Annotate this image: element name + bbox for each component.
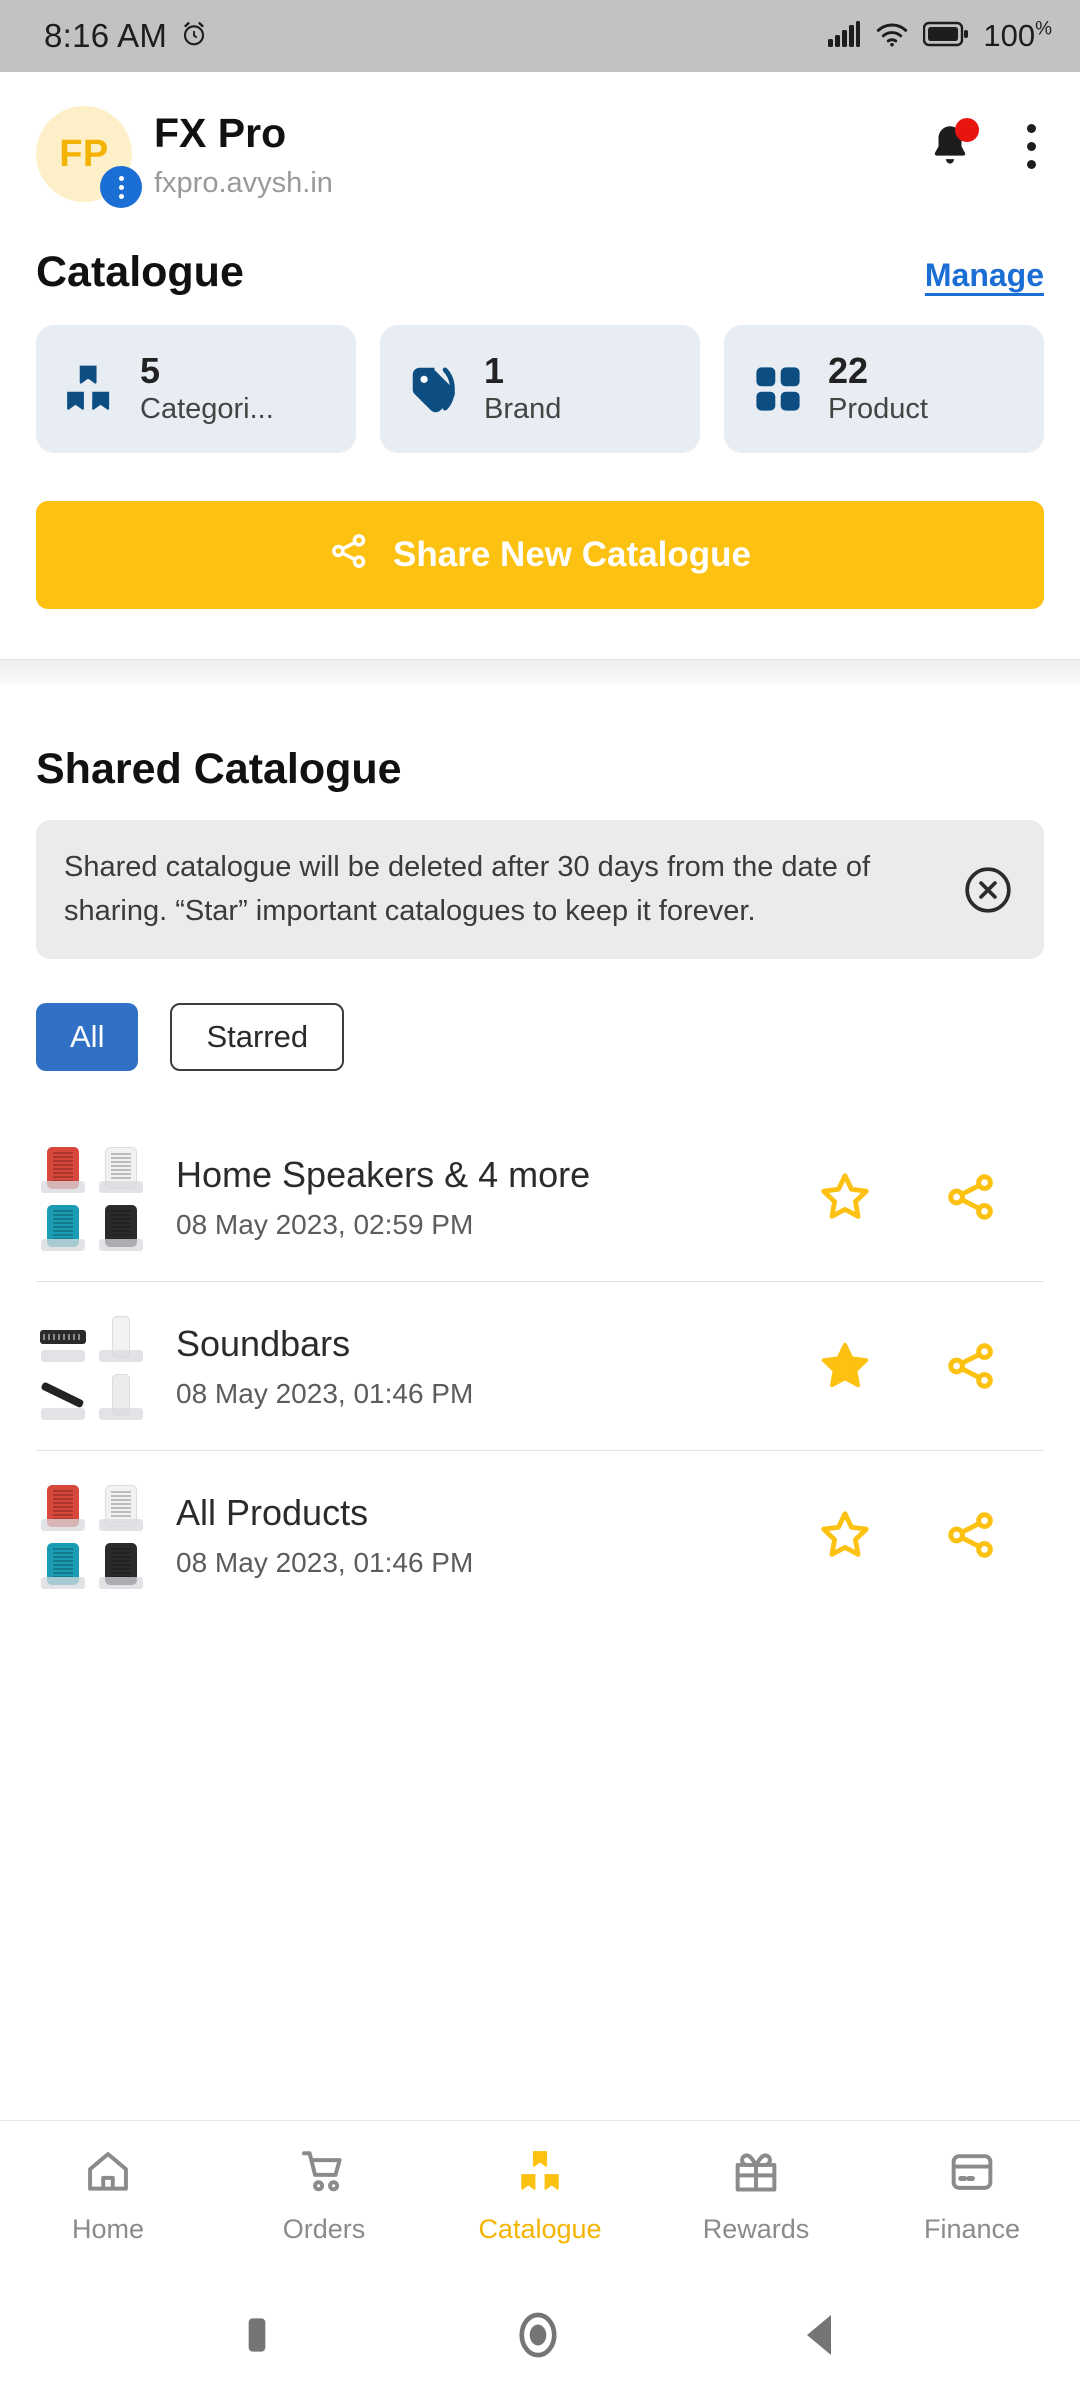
stat-value: 5 bbox=[140, 349, 161, 391]
kebab-menu-icon[interactable] bbox=[1019, 120, 1044, 173]
nav-item-home[interactable]: Home bbox=[0, 2147, 216, 2245]
wifi-icon bbox=[875, 20, 909, 53]
list-item-date: 08 May 2023, 01:46 PM bbox=[176, 1546, 474, 1578]
list-item[interactable]: All Products 08 May 2023, 01:46 PM bbox=[36, 1450, 1044, 1619]
share-icon[interactable] bbox=[940, 1166, 1002, 1228]
status-bar: 8:16 AM 100% bbox=[0, 0, 1080, 72]
stat-card-text: 22 Product bbox=[828, 349, 928, 427]
nav-label: Catalogue bbox=[478, 2213, 602, 2244]
status-bar-right: 100% bbox=[827, 18, 1052, 54]
list-item-actions bbox=[814, 1335, 1044, 1397]
alarm-icon bbox=[179, 19, 209, 54]
list-item-date: 08 May 2023, 01:46 PM bbox=[176, 1377, 474, 1409]
bell-icon bbox=[927, 125, 973, 176]
star-filled-icon[interactable] bbox=[814, 1335, 876, 1397]
share-icon[interactable] bbox=[940, 1504, 1002, 1566]
manage-link[interactable]: Manage bbox=[925, 257, 1044, 294]
status-bar-left: 8:16 AM bbox=[44, 17, 209, 55]
list-item-title: All Products bbox=[176, 1492, 369, 1534]
home-icon bbox=[83, 2147, 133, 2202]
nav-item-catalogue[interactable]: Catalogue bbox=[432, 2147, 648, 2245]
list-item-date: 08 May 2023, 02:59 PM bbox=[176, 1208, 474, 1240]
status-bar-time: 8:16 AM bbox=[44, 17, 168, 54]
stat-value: 1 bbox=[484, 349, 505, 391]
battery-percent-label: 100% bbox=[983, 18, 1052, 53]
nav-label: Finance bbox=[923, 2213, 1021, 2244]
battery-full-icon bbox=[923, 21, 969, 52]
grid-squares-icon bbox=[748, 359, 808, 419]
list-item-title: Home Speakers & 4 more bbox=[176, 1154, 591, 1196]
stat-card-text: 5 Categori... bbox=[140, 349, 274, 427]
speaker-grid-thumbnail bbox=[36, 1479, 148, 1591]
nav-item-finance[interactable]: Finance bbox=[864, 2147, 1080, 2245]
shared-catalogue-section: Shared Catalogue Shared catalogue will b… bbox=[0, 703, 1080, 2120]
shared-catalogue-filters: All Starred bbox=[36, 959, 1044, 1071]
system-navigation-bar bbox=[0, 2270, 1080, 2400]
nav-label: Orders bbox=[282, 2213, 366, 2244]
notifications-button[interactable] bbox=[927, 117, 979, 172]
back-triangle-icon[interactable] bbox=[799, 2309, 843, 2361]
shared-catalogue-notice: Shared catalogue will be deleted after 3… bbox=[36, 820, 1044, 959]
app-header: FP FX Pro fxpro.avysh.in bbox=[0, 72, 1080, 230]
nav-item-orders[interactable]: Orders bbox=[216, 2147, 432, 2245]
star-outline-icon[interactable] bbox=[814, 1166, 876, 1228]
notification-badge-dot bbox=[955, 117, 979, 142]
close-circle-icon[interactable] bbox=[960, 862, 1016, 918]
share-icon[interactable] bbox=[940, 1335, 1002, 1397]
stat-card-products[interactable]: 22 Product bbox=[724, 325, 1044, 453]
catalogue-stats: 5 Categori... 1 Brand 22 Product bbox=[36, 325, 1044, 453]
list-item[interactable]: Home Speakers & 4 more 08 May 2023, 02:5… bbox=[36, 1113, 1044, 1281]
app-screen: 8:16 AM 100% FP FX Pro fxpro.avysh.in Ca… bbox=[0, 0, 1080, 2400]
stat-label: Brand bbox=[484, 393, 562, 426]
brand-url: fxpro.avysh.in bbox=[154, 167, 333, 200]
speaker-grid-thumbnail bbox=[36, 1141, 148, 1253]
list-item-actions bbox=[814, 1166, 1044, 1228]
shared-catalogue-title: Shared Catalogue bbox=[36, 745, 402, 793]
avatar[interactable]: FP bbox=[36, 106, 142, 208]
stat-value: 22 bbox=[828, 349, 869, 391]
shared-catalogue-list: Home Speakers & 4 more 08 May 2023, 02:5… bbox=[36, 1113, 1044, 1619]
nav-label: Home bbox=[71, 2213, 145, 2244]
cart-icon bbox=[299, 2147, 349, 2202]
notice-text: Shared catalogue will be deleted after 3… bbox=[64, 851, 871, 927]
list-item-text: Home Speakers & 4 more 08 May 2023, 02:5… bbox=[148, 1153, 814, 1240]
page-title: Catalogue bbox=[36, 248, 244, 296]
list-item[interactable]: Soundbars 08 May 2023, 01:46 PM bbox=[36, 1281, 1044, 1450]
catalogue-section: Catalogue Manage 5 Categori... 1 Brand 2… bbox=[0, 230, 1080, 609]
stat-card-text: 1 Brand bbox=[484, 349, 562, 427]
bottom-navigation: Home Orders Catalogue Rewards Finance bbox=[0, 2120, 1080, 2270]
brand-name: FX Pro bbox=[154, 110, 287, 156]
list-item-text: Soundbars 08 May 2023, 01:46 PM bbox=[148, 1322, 814, 1409]
nav-label: Rewards bbox=[702, 2213, 810, 2244]
share-new-catalogue-label: Share New Catalogue bbox=[393, 535, 751, 574]
more-options-badge-icon[interactable] bbox=[100, 166, 142, 208]
share-new-catalogue-button[interactable]: Share New Catalogue bbox=[36, 501, 1044, 609]
filter-chip-starred[interactable]: Starred bbox=[170, 1003, 345, 1071]
stat-card-brands[interactable]: 1 Brand bbox=[380, 325, 700, 453]
home-circle-icon[interactable] bbox=[512, 2306, 564, 2364]
list-item-actions bbox=[814, 1504, 1044, 1566]
app-header-actions bbox=[927, 106, 1044, 173]
stat-label: Categori... bbox=[140, 393, 274, 426]
list-item-text: All Products 08 May 2023, 01:46 PM bbox=[148, 1491, 814, 1578]
cellular-signal-icon bbox=[827, 20, 861, 53]
stat-label: Product bbox=[828, 393, 928, 426]
tags-icon bbox=[404, 359, 464, 419]
gift-icon bbox=[731, 2147, 781, 2202]
recents-square-icon[interactable] bbox=[237, 2310, 277, 2360]
soundbar-grid-thumbnail bbox=[36, 1310, 148, 1422]
boxes-icon bbox=[60, 359, 120, 419]
nav-item-rewards[interactable]: Rewards bbox=[648, 2147, 864, 2245]
list-item-title: Soundbars bbox=[176, 1323, 351, 1365]
stat-card-categories[interactable]: 5 Categori... bbox=[36, 325, 356, 453]
filter-chip-all[interactable]: All bbox=[36, 1003, 139, 1071]
boxes-icon bbox=[515, 2147, 565, 2202]
card-icon bbox=[947, 2147, 997, 2202]
section-divider bbox=[0, 659, 1080, 703]
catalogue-header: Catalogue Manage bbox=[36, 230, 1044, 325]
brand-block: FX Pro fxpro.avysh.in bbox=[154, 106, 927, 200]
share-icon bbox=[329, 531, 369, 580]
star-outline-icon[interactable] bbox=[814, 1504, 876, 1566]
